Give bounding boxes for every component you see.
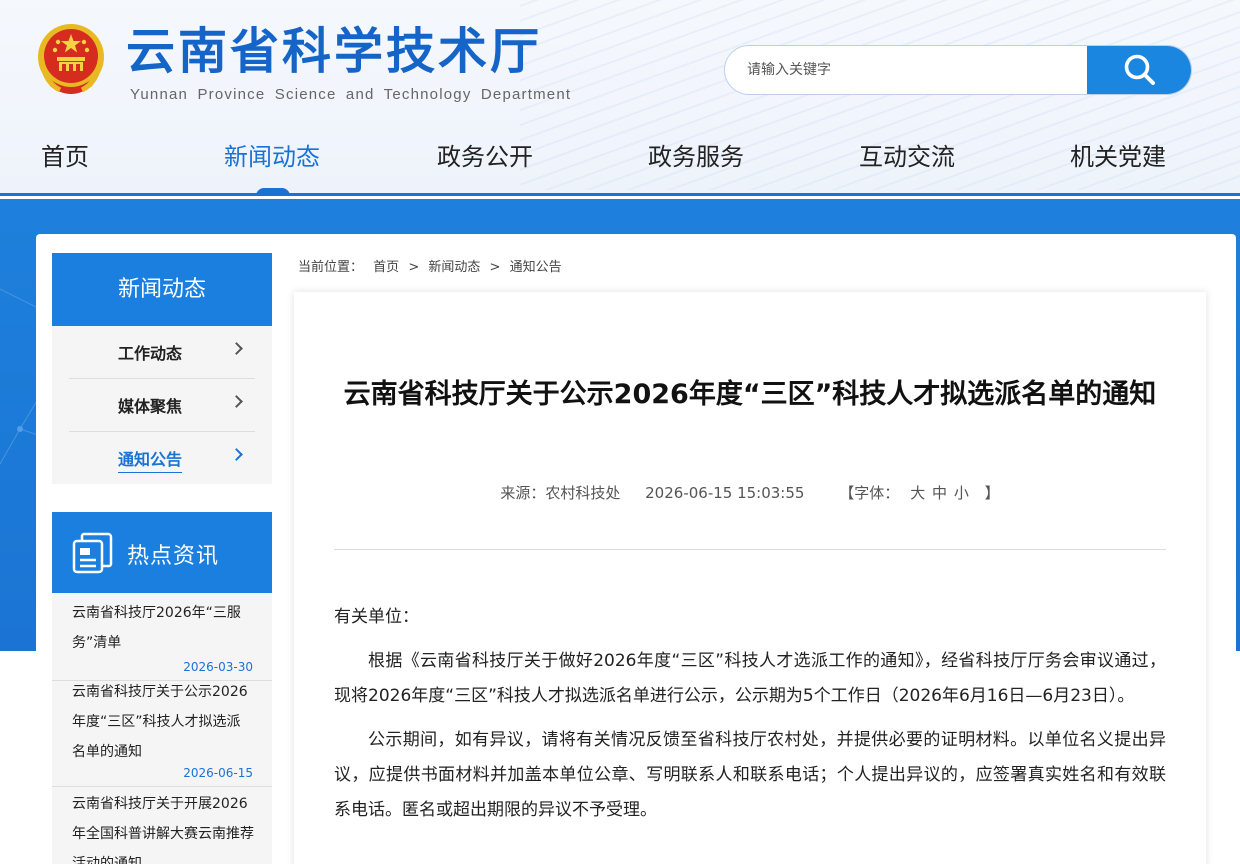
font-size-small[interactable]: 小 bbox=[954, 484, 969, 502]
article-source: 来源：农村科技处 bbox=[500, 484, 621, 502]
hot-news-item[interactable]: 云南省科技厅关于开展2026年全国科普讲解大赛云南推荐活动的通知 bbox=[52, 789, 272, 864]
breadcrumb-home[interactable]: 首页 bbox=[373, 256, 399, 275]
side-menu: 工作动态 媒体聚焦 通知公告 bbox=[52, 326, 272, 484]
national-emblem-icon bbox=[34, 20, 108, 96]
font-size-medium[interactable]: 中 bbox=[932, 484, 947, 502]
article-paragraph: 根据《云南省科技厅关于做好2026年度“三区”科技人才选派工作的通知》，经省科技… bbox=[334, 651, 1166, 706]
nav-item-gov-services[interactable]: 政务服务 bbox=[648, 130, 744, 186]
article-paragraph: 公示期间，如有异议，请将有关情况反馈至省科技厅农村处，并提供必要的证明材料。以单… bbox=[334, 730, 1166, 820]
chevron-right-icon bbox=[230, 448, 243, 461]
hot-news-item-title: 云南省科技厅关于公示2026年度“三区”科技人才拟选派名单的通知 bbox=[72, 684, 248, 760]
site-header: 云南省科学技术厅 Yunnan Province Science and Tec… bbox=[0, 0, 1240, 196]
breadcrumb: 当前位置： 首页 > 新闻动态 > 通知公告 bbox=[298, 256, 562, 275]
hot-news-title: 热点资讯 bbox=[127, 544, 220, 569]
breadcrumb-separator: > bbox=[408, 260, 420, 275]
breadcrumb-notices[interactable]: 通知公告 bbox=[510, 256, 562, 275]
nav-item-party[interactable]: 机关党建 bbox=[1070, 130, 1166, 186]
hot-news-item-date: 2026-03-30 bbox=[183, 660, 253, 674]
search-input[interactable] bbox=[725, 46, 1087, 94]
article-meta: 来源：农村科技处 2026-06-15 15:03:55 【字体： 大 中 小 】 bbox=[294, 482, 1206, 503]
search-box bbox=[724, 45, 1192, 95]
side-item-media-focus[interactable]: 媒体聚焦 bbox=[69, 379, 255, 432]
font-size-switch: 【字体： 大 中 小 】 bbox=[829, 484, 1009, 502]
search-icon bbox=[1124, 54, 1155, 85]
hot-news-item-title: 云南省科技厅2026年“三服务”清单 bbox=[72, 605, 241, 651]
nav-item-interaction[interactable]: 互动交流 bbox=[859, 130, 955, 186]
main-nav: 首页 新闻动态 政务公开 政务服务 互动交流 机关党建 bbox=[0, 130, 1240, 196]
font-size-large[interactable]: 大 bbox=[910, 484, 925, 502]
search-button[interactable] bbox=[1087, 46, 1191, 94]
article-body: 有关单位： 根据《云南省科技厅关于做好2026年度“三区”科技人才选派工作的通知… bbox=[334, 600, 1166, 837]
side-item-label: 通知公告 bbox=[118, 446, 183, 473]
nav-item-news[interactable]: 新闻动态 bbox=[224, 130, 320, 186]
breadcrumb-news[interactable]: 新闻动态 bbox=[428, 256, 480, 275]
side-item-notices[interactable]: 通知公告 bbox=[69, 432, 255, 485]
breadcrumb-separator: > bbox=[489, 260, 501, 275]
site-subtitle: Yunnan Province Science and Technology D… bbox=[130, 86, 572, 103]
article-title: 云南省科技厅关于公示2026年度“三区”科技人才拟选派名单的通知 bbox=[343, 379, 1157, 410]
hot-news-item[interactable]: 云南省科技厅关于公示2026年度“三区”科技人才拟选派名单的通知 2026-06… bbox=[52, 677, 272, 787]
site-title: 云南省科学技术厅 bbox=[126, 23, 543, 80]
hot-news-item[interactable]: 云南省科技厅2026年“三服务”清单 2026-03-30 bbox=[52, 598, 272, 681]
document-icon bbox=[72, 532, 113, 574]
hot-news-list: 云南省科技厅2026年“三服务”清单 2026-03-30 云南省科技厅关于公示… bbox=[52, 593, 272, 864]
hot-news-item-date: 2026-06-15 bbox=[183, 766, 253, 780]
hot-news-header: 热点资讯 bbox=[52, 512, 272, 593]
section-title: 新闻动态 bbox=[52, 253, 272, 326]
article-divider bbox=[334, 549, 1166, 550]
nav-item-gov-affairs[interactable]: 政务公开 bbox=[437, 130, 533, 186]
chevron-right-icon bbox=[230, 342, 243, 355]
side-item-label: 媒体聚焦 bbox=[118, 397, 183, 416]
hot-news-item-title: 云南省科技厅关于开展2026年全国科普讲解大赛云南推荐活动的通知 bbox=[72, 796, 254, 864]
chevron-right-icon bbox=[230, 395, 243, 408]
nav-item-home[interactable]: 首页 bbox=[41, 130, 89, 186]
side-item-work-news[interactable]: 工作动态 bbox=[69, 326, 255, 379]
font-size-label: 【字体： bbox=[839, 484, 900, 502]
article-salutation: 有关单位： bbox=[334, 607, 419, 627]
font-size-end: 】 bbox=[984, 484, 1000, 502]
breadcrumb-label: 当前位置： bbox=[298, 260, 364, 275]
header-divider bbox=[0, 193, 1240, 196]
article: 云南省科技厅关于公示2026年度“三区”科技人才拟选派名单的通知 来源：农村科技… bbox=[294, 292, 1206, 864]
side-item-label: 工作动态 bbox=[118, 344, 183, 363]
divider bbox=[52, 786, 272, 787]
article-datetime: 2026-06-15 15:03:55 bbox=[645, 484, 805, 502]
